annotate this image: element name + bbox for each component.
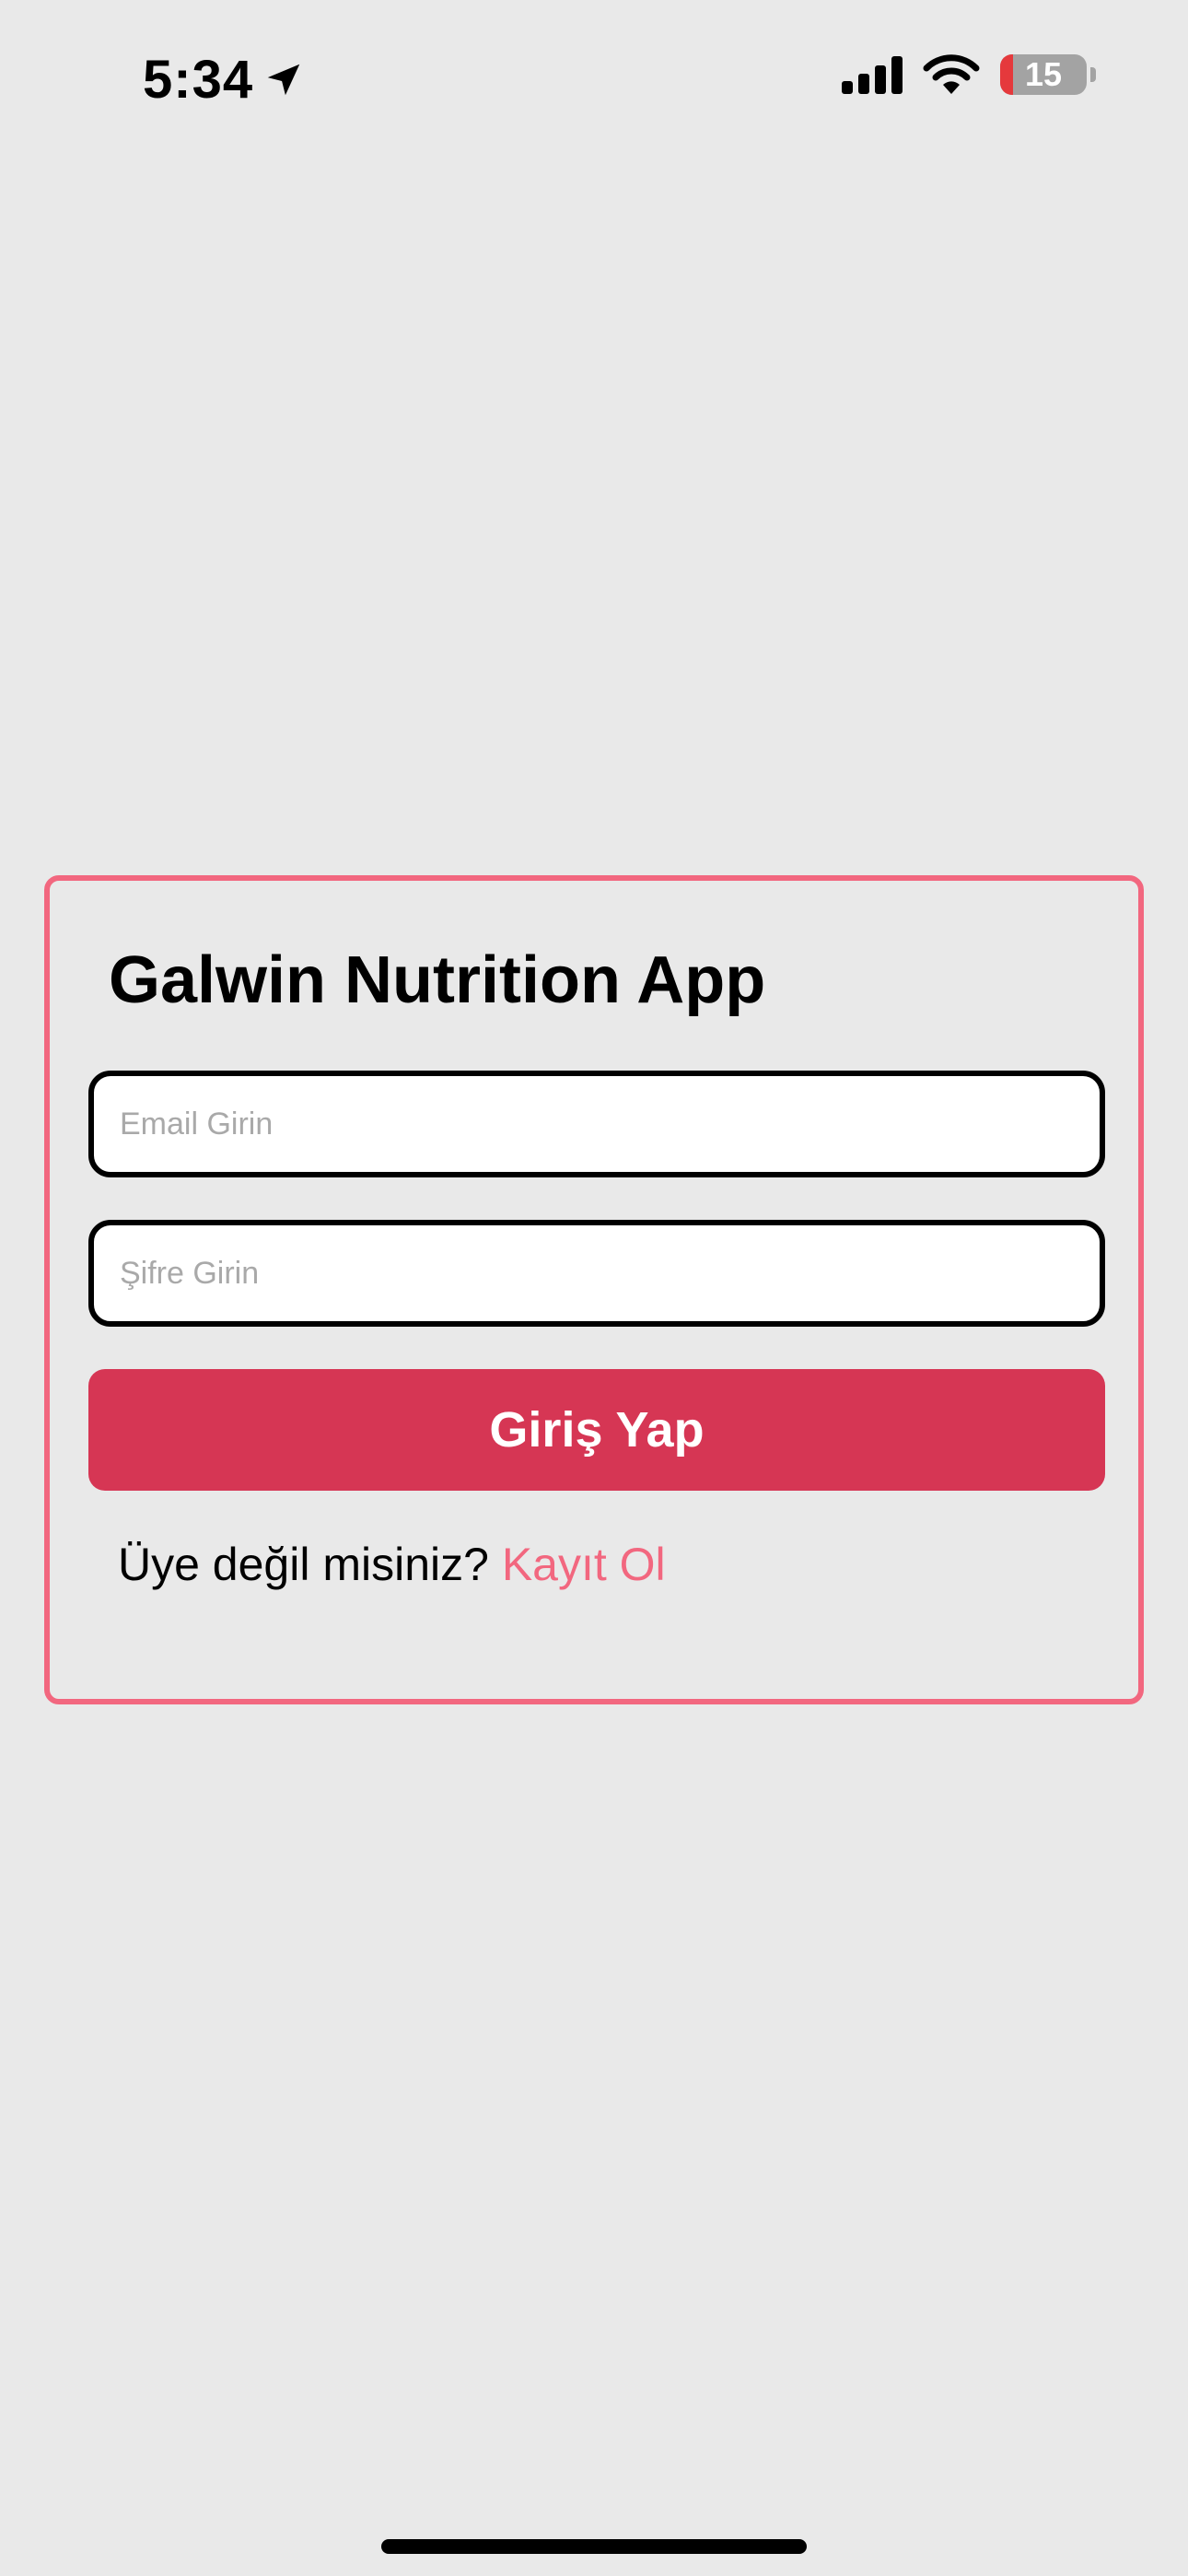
battery-icon: 15 xyxy=(1000,54,1087,95)
wifi-icon xyxy=(923,54,980,94)
login-card: Galwin Nutrition App Giriş Yap Üye değil… xyxy=(44,875,1144,1704)
signup-row: Üye değil misiniz? Kayıt Ol xyxy=(118,1535,666,1594)
email-input[interactable] xyxy=(94,1076,1100,1172)
location-arrow-icon xyxy=(267,64,300,96)
password-field-container xyxy=(88,1220,1105,1327)
app-title: Galwin Nutrition App xyxy=(109,943,766,1017)
status-bar: 5:34 15 xyxy=(0,0,1188,157)
status-indicators: 15 xyxy=(840,53,1096,96)
email-field-container xyxy=(88,1071,1105,1177)
clock-group: 5:34 xyxy=(143,48,305,112)
home-indicator[interactable] xyxy=(381,2539,807,2554)
password-input[interactable] xyxy=(94,1225,1100,1321)
login-button[interactable]: Giriş Yap xyxy=(88,1369,1105,1491)
status-time: 5:34 xyxy=(143,50,254,110)
battery-percentage: 15 xyxy=(1024,55,1063,93)
signup-link[interactable]: Kayıt Ol xyxy=(502,1539,666,1590)
battery-cap xyxy=(1090,67,1096,82)
cellular-signal-icon xyxy=(842,56,903,94)
signup-prompt: Üye değil misiniz? xyxy=(118,1539,502,1590)
